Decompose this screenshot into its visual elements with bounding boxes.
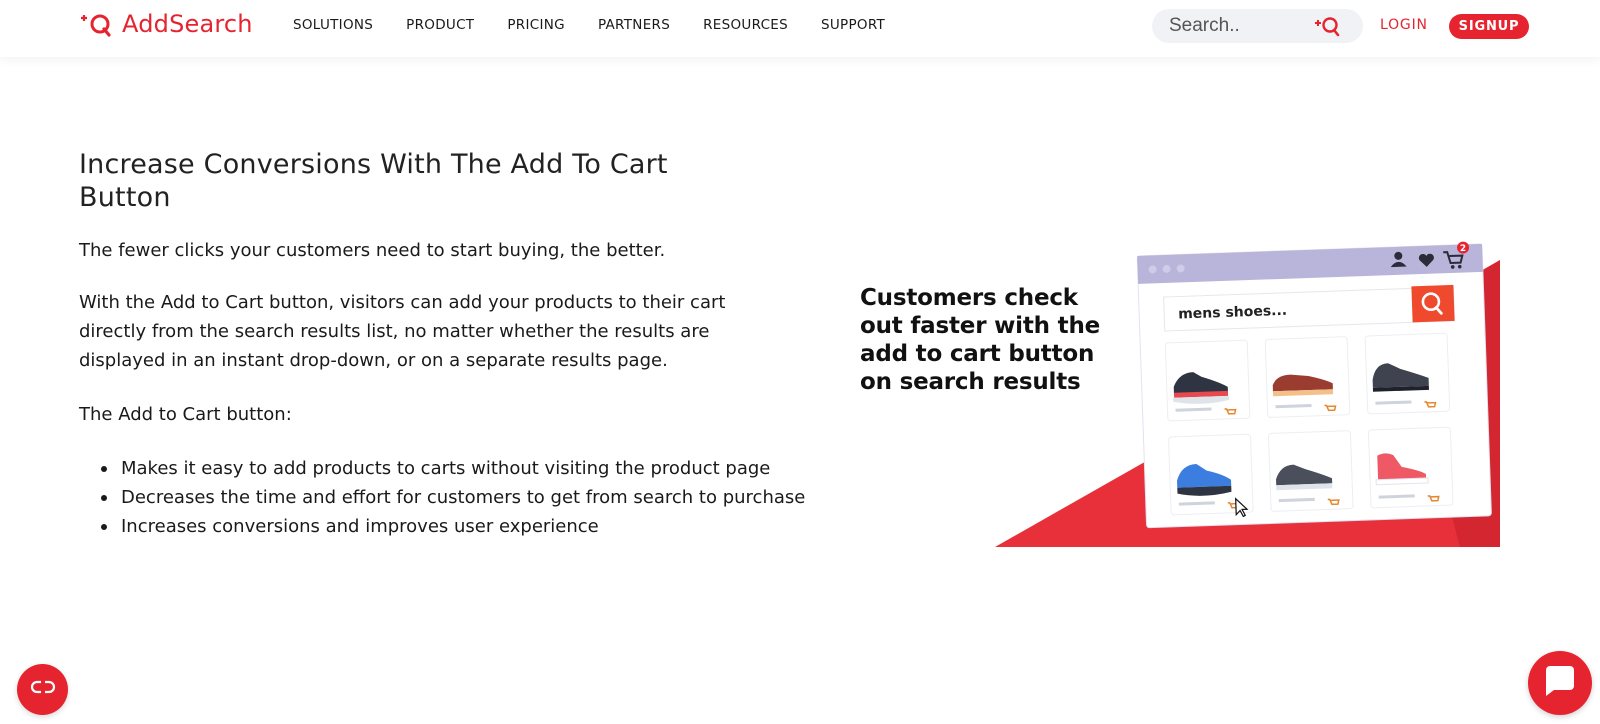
product-card [1367,426,1454,509]
benefits-list: Makes it easy to add products to carts w… [101,454,811,541]
list-item: Increases conversions and improves user … [101,512,811,541]
shop-window-graphic: 2 mens shoes... [995,241,1500,547]
product-card [1268,430,1354,512]
illustration-search-button [1411,284,1455,323]
description-paragraph: With the Add to Cart button, visitors ca… [79,292,726,371]
intro-paragraph: The fewer clicks your customers need to … [79,240,666,261]
nav-item-support[interactable]: SUPPORT [821,16,885,34]
search-box [1152,9,1363,43]
product-card [1364,332,1451,415]
section-title: Increase Conversions With The Add To Car… [79,149,668,213]
browser-window: 2 mens shoes... [1136,241,1492,529]
product-card [1164,339,1251,422]
search-input[interactable] [1169,15,1319,37]
nav-item-product[interactable]: PRODUCT [406,16,474,34]
product-card [1168,433,1254,518]
main-nav: SOLUTIONS PRODUCT PRICING PARTNERS RESOU… [293,16,918,34]
cookie-consent-icon [30,679,56,700]
chat-bubble-icon [1542,664,1578,703]
signup-button[interactable]: SIGNUP [1449,14,1529,39]
list-intro: The Add to Cart button: [79,404,292,425]
product-card [1264,336,1351,418]
chat-widget-button[interactable] [1528,651,1592,715]
logo-text: AddSearch [122,10,253,38]
addsearch-logo[interactable]: AddSearch [78,8,253,40]
cookie-consent-button[interactable] [17,664,68,715]
nav-item-resources[interactable]: RESOURCES [703,16,788,34]
add-to-cart-illustration: Customers check out faster with the add … [860,232,1540,562]
nav-item-partners[interactable]: PARTNERS [598,16,670,34]
plus-search-icon[interactable] [1313,15,1343,42]
nav-item-solutions[interactable]: SOLUTIONS [293,16,373,34]
list-item: Decreases the time and effort for custom… [101,483,811,512]
nav-item-pricing[interactable]: PRICING [507,16,565,34]
list-item: Makes it easy to add products to carts w… [101,454,811,483]
feature-section: Increase Conversions With The Add To Car… [79,148,805,541]
login-link[interactable]: LOGIN [1380,17,1428,33]
site-header: AddSearch SOLUTIONS PRODUCT PRICING PART… [0,0,1600,57]
plus-search-logo-icon [78,10,114,38]
cart-badge-count: 2 [1460,244,1467,254]
